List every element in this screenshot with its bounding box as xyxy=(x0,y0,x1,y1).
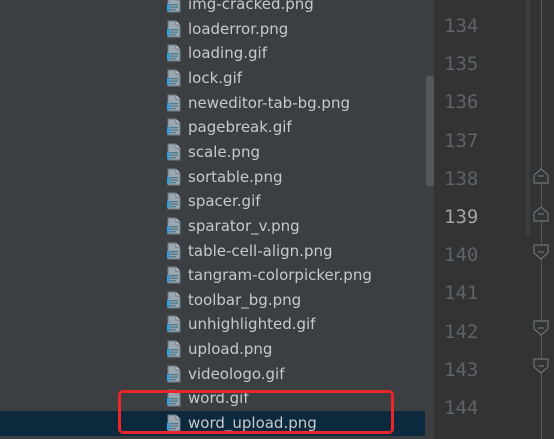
fold-marker-icon[interactable] xyxy=(533,168,549,184)
file-tree-item[interactable]: lock.gif xyxy=(0,66,425,91)
line-number: 136 xyxy=(444,91,479,114)
file-image-icon xyxy=(167,168,181,186)
file-name-label: loading.gif xyxy=(188,44,267,63)
project-tree: img-cracked.png loaderror.png loading.gif l… xyxy=(0,0,425,439)
file-image-icon xyxy=(167,143,181,161)
line-number: 134 xyxy=(444,15,479,37)
file-name-label: lock.gif xyxy=(188,68,243,87)
file-name-label: sortable.png xyxy=(188,167,283,186)
tree-scrollbar-track[interactable] xyxy=(425,0,434,439)
file-name-label: toolbar_bg.png xyxy=(188,290,302,309)
file-image-icon xyxy=(167,242,181,259)
file-name-label: tangram-colorpicker.png xyxy=(188,266,372,285)
file-tree-item[interactable]: videologo.gif xyxy=(0,362,425,387)
file-tree-item[interactable]: tangram-colorpicker.png xyxy=(0,263,425,288)
file-name-label: scale.png xyxy=(188,142,260,161)
file-tree-item[interactable]: upload.png xyxy=(0,337,425,362)
tree-scrollbar-thumb[interactable] xyxy=(426,76,434,186)
editor-scrollbar[interactable] xyxy=(526,0,530,236)
file-tree-item[interactable]: loaderror.png xyxy=(0,17,425,42)
file-tree-item[interactable]: scale.png xyxy=(0,140,425,165)
file-image-icon xyxy=(167,340,181,358)
file-image-icon xyxy=(167,44,181,62)
file-tree-item[interactable]: sparator_v.png xyxy=(0,214,425,239)
file-image-icon xyxy=(167,365,181,383)
file-image-icon xyxy=(167,69,181,87)
fold-marker-icon[interactable] xyxy=(533,206,549,222)
file-tree-item[interactable]: table-cell-align.png xyxy=(0,239,425,264)
file-tree-item[interactable]: neweditor-tab-bg.png xyxy=(0,91,425,116)
file-name-label: pagebreak.gif xyxy=(188,118,292,137)
file-image-icon xyxy=(167,118,181,136)
line-number: 138 xyxy=(444,167,479,190)
file-image-icon xyxy=(167,192,181,210)
file-image-icon xyxy=(167,0,181,13)
file-image-icon xyxy=(167,266,181,284)
file-name-label: loaderror.png xyxy=(188,19,289,38)
file-name-label: unhighlighted.gif xyxy=(188,315,316,334)
file-tree-item[interactable]: sortable.png xyxy=(0,165,425,190)
file-image-icon xyxy=(167,217,181,235)
file-name-label: upload.png xyxy=(188,340,273,359)
line-number: 139 xyxy=(444,206,479,228)
file-name-label: sparator_v.png xyxy=(188,216,300,235)
file-name-label: img-cracked.png xyxy=(188,0,314,13)
file-name-label: spacer.gif xyxy=(188,192,261,211)
line-number: 135 xyxy=(444,53,479,76)
file-image-icon xyxy=(167,20,181,38)
file-tree-item[interactable]: spacer.gif xyxy=(0,189,425,214)
file-tree-item[interactable]: unhighlighted.gif xyxy=(0,312,425,337)
file-image-icon xyxy=(167,291,181,309)
file-tree-item[interactable]: img-cracked.png xyxy=(0,0,425,17)
line-number: 143 xyxy=(444,358,479,381)
line-number: 137 xyxy=(444,129,479,152)
highlight-annotation xyxy=(118,390,394,434)
line-number: 142 xyxy=(444,320,479,343)
line-number: 144 xyxy=(444,397,479,419)
line-number: 140 xyxy=(444,244,479,267)
file-tree-item[interactable]: toolbar_bg.png xyxy=(0,288,425,313)
file-image-icon xyxy=(167,315,181,333)
fold-marker-icon[interactable] xyxy=(533,358,549,374)
file-name-label: neweditor-tab-bg.png xyxy=(188,93,350,112)
fold-marker-icon[interactable] xyxy=(533,244,549,260)
file-tree-item[interactable]: loading.gif xyxy=(0,41,425,66)
file-name-label: table-cell-align.png xyxy=(188,241,333,260)
line-number: 141 xyxy=(444,282,479,305)
file-tree-item[interactable]: pagebreak.gif xyxy=(0,115,425,140)
file-image-icon xyxy=(167,94,181,112)
file-name-label: videologo.gif xyxy=(188,364,285,383)
fold-marker-icon[interactable] xyxy=(533,320,549,336)
